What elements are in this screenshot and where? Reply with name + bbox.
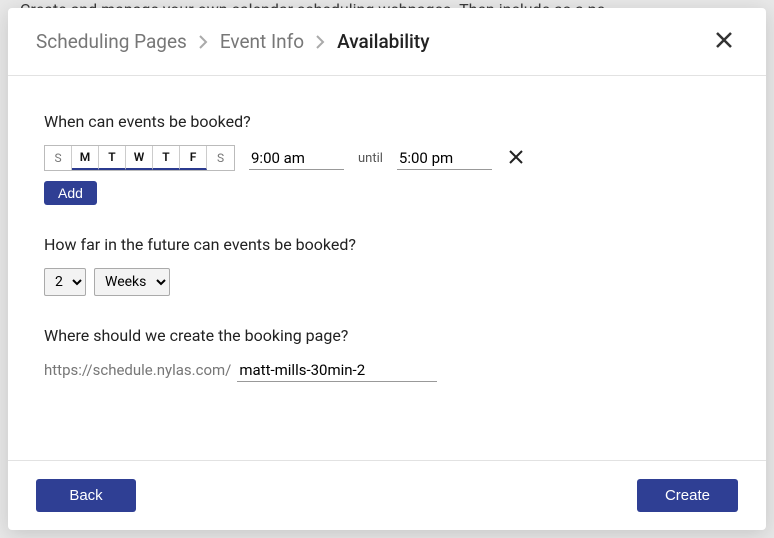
- breadcrumb-current: Availability: [337, 30, 429, 53]
- close-icon: [714, 30, 734, 53]
- day-cell-5[interactable]: F: [180, 146, 207, 170]
- remove-time-button[interactable]: [506, 147, 526, 170]
- start-time-input[interactable]: [249, 147, 344, 170]
- add-button[interactable]: Add: [44, 181, 97, 205]
- url-prefix: https://schedule.nylas.com/: [44, 361, 231, 379]
- availability-modal: Scheduling Pages Event Info Availability…: [8, 8, 766, 530]
- day-picker: SMTWTFS: [44, 145, 235, 171]
- future-unit-select[interactable]: Weeks: [94, 268, 170, 296]
- future-row: 2 Weeks: [44, 268, 730, 296]
- breadcrumb-event-info[interactable]: Event Info: [220, 30, 304, 53]
- availability-row: SMTWTFS until: [44, 145, 730, 171]
- section-future: How far in the future can events be book…: [44, 235, 730, 296]
- future-count-select[interactable]: 2: [44, 268, 86, 296]
- modal-footer: Back Create: [8, 460, 766, 530]
- modal-header: Scheduling Pages Event Info Availability: [8, 8, 766, 76]
- day-cell-1[interactable]: M: [72, 146, 99, 170]
- section-label-future: How far in the future can events be book…: [44, 235, 730, 254]
- section-availability: When can events be booked? SMTWTFS until…: [44, 112, 730, 205]
- modal-body: When can events be booked? SMTWTFS until…: [8, 76, 766, 460]
- breadcrumb-scheduling-pages[interactable]: Scheduling Pages: [36, 30, 187, 53]
- close-button[interactable]: [710, 26, 738, 57]
- until-label: until: [358, 151, 383, 166]
- chevron-right-icon: [316, 35, 325, 49]
- back-button[interactable]: Back: [36, 479, 136, 512]
- create-button[interactable]: Create: [637, 479, 738, 512]
- url-slug-input[interactable]: [237, 359, 437, 382]
- day-cell-0[interactable]: S: [45, 146, 72, 170]
- breadcrumb: Scheduling Pages Event Info Availability: [36, 30, 430, 53]
- day-cell-6[interactable]: S: [207, 146, 234, 170]
- chevron-right-icon: [199, 35, 208, 49]
- section-label-booked: When can events be booked?: [44, 112, 730, 131]
- section-url: Where should we create the booking page?…: [44, 326, 730, 382]
- day-cell-2[interactable]: T: [99, 146, 126, 170]
- section-label-url: Where should we create the booking page?: [44, 326, 730, 345]
- close-icon: [508, 149, 524, 168]
- day-cell-3[interactable]: W: [126, 146, 153, 170]
- url-row: https://schedule.nylas.com/: [44, 359, 730, 382]
- end-time-input[interactable]: [397, 147, 492, 170]
- day-cell-4[interactable]: T: [153, 146, 180, 170]
